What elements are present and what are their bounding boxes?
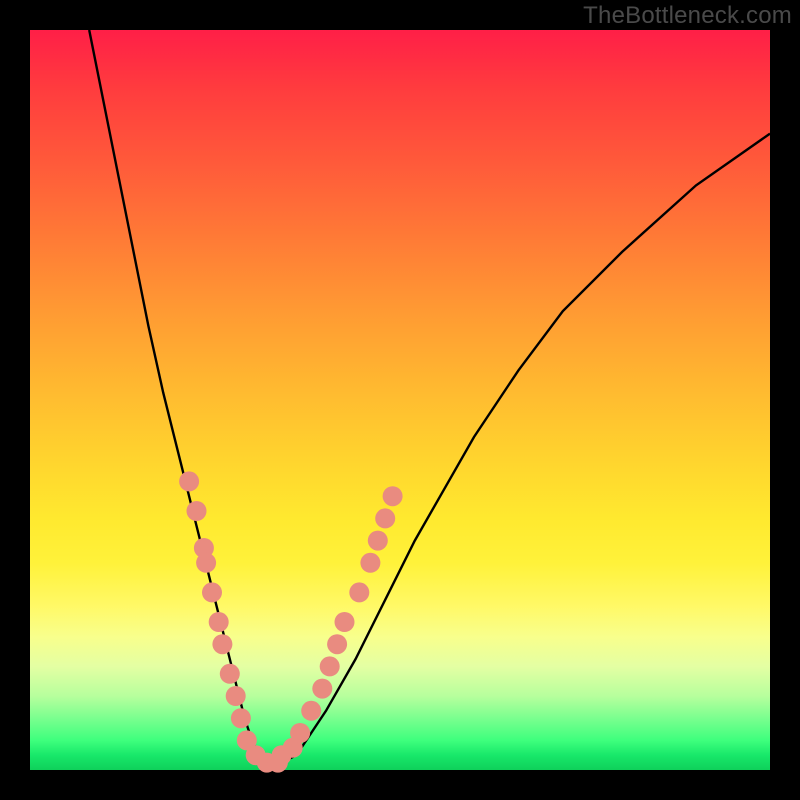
sample-point [335, 612, 355, 632]
bottleneck-curve [89, 30, 770, 763]
chart-svg [30, 30, 770, 770]
watermark-text: TheBottleneck.com [583, 2, 792, 30]
sample-point [290, 723, 310, 743]
sample-point [212, 634, 232, 654]
sample-point [312, 679, 332, 699]
sample-point [196, 553, 216, 573]
sample-point [220, 664, 240, 684]
sample-point [383, 486, 403, 506]
sample-point [375, 508, 395, 528]
sample-point [320, 656, 340, 676]
sample-point [360, 553, 380, 573]
chart-frame: TheBottleneck.com [0, 0, 800, 800]
sample-point [209, 612, 229, 632]
sample-point [231, 708, 251, 728]
sample-point [327, 634, 347, 654]
sample-point [368, 531, 388, 551]
plot-area [30, 30, 770, 770]
sample-point [349, 582, 369, 602]
sample-point [226, 686, 246, 706]
sample-point [179, 471, 199, 491]
sample-point [187, 501, 207, 521]
sample-point-group [179, 471, 403, 772]
sample-point [202, 582, 222, 602]
sample-point [301, 701, 321, 721]
